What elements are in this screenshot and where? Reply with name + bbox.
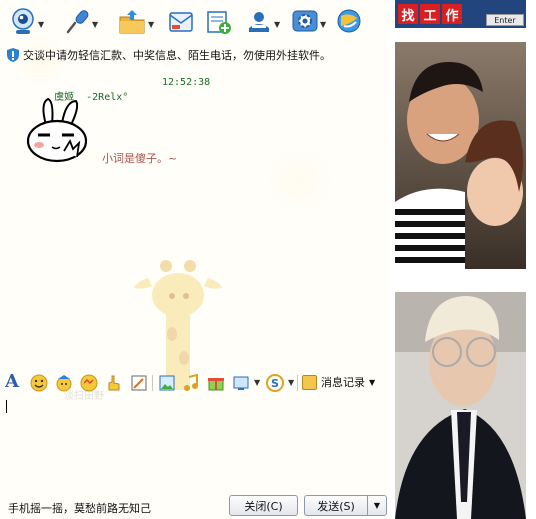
add-note-icon — [207, 11, 231, 34]
bottom-bar: 手机摇一摇，莫愁前路无知己 关闭(C) 发送(S) ▼ — [0, 488, 390, 519]
banner-char: 作 — [442, 4, 462, 24]
close-button[interactable]: 关闭(C) — [229, 495, 298, 516]
input-ghost-text: 淡扫田野 — [64, 391, 104, 402]
settings-icon — [292, 10, 318, 32]
history-icon — [302, 374, 317, 390]
create-note-button[interactable] — [206, 8, 232, 38]
contact-photo — [395, 292, 526, 519]
payment-icon[interactable]: S — [266, 374, 284, 392]
contact-card-icon — [249, 12, 269, 32]
video-call-button[interactable]: ▼ — [10, 8, 44, 38]
banner-enter-key: Enter — [486, 14, 524, 26]
mail-icon — [169, 12, 193, 32]
security-notice: 交谈中请勿轻信汇款、中奖信息、陌生电话，勿使用外挂软件。 — [7, 47, 331, 63]
music-icon[interactable] — [182, 374, 200, 392]
gift-icon[interactable] — [207, 374, 225, 392]
screenshot-icon[interactable] — [232, 374, 250, 392]
webcam-icon — [12, 8, 34, 34]
voice-dropdown-arrow[interactable]: ▼ — [92, 20, 98, 29]
smiley-icon[interactable] — [30, 374, 48, 392]
text-caret — [6, 400, 7, 413]
banner-char: 找 — [398, 4, 418, 24]
send-button[interactable]: 发送(S) — [304, 495, 368, 516]
settings-button[interactable]: ▼ — [292, 8, 326, 38]
contact-dropdown-arrow[interactable]: ▼ — [274, 20, 280, 29]
rabbit-sticker — [26, 97, 88, 163]
contact-photo — [395, 42, 526, 269]
banner-char: 工 — [420, 4, 440, 24]
payment-dropdown-arrow[interactable]: ▼ — [288, 378, 294, 387]
message-history-label: 消息记录 — [321, 376, 365, 389]
message-text: 小词是傻子。~ — [102, 152, 178, 165]
font-button[interactable]: A — [5, 371, 19, 392]
message-history-button[interactable]: 消息记录 ▼ — [302, 374, 375, 390]
message-time: 12:52:38 — [162, 77, 211, 88]
apps-globe-icon — [337, 9, 361, 33]
mail-button[interactable] — [168, 8, 194, 38]
toolbar-separator — [297, 375, 298, 391]
settings-dropdown-arrow[interactable]: ▼ — [320, 20, 326, 29]
microphone-icon — [66, 10, 89, 34]
side-panel: 找 工 作 Enter — [390, 0, 536, 519]
apps-button[interactable] — [336, 8, 362, 38]
signature-text: 手机摇一摇，莫愁前路无知己 — [8, 502, 151, 515]
ad-banner[interactable]: 找 工 作 Enter — [395, 0, 526, 28]
toolbar-separator — [152, 375, 153, 391]
history-dropdown-arrow[interactable]: ▼ — [369, 378, 375, 387]
giraffe-background — [134, 260, 222, 390]
video-dropdown-arrow[interactable]: ▼ — [38, 20, 44, 29]
doodle-icon[interactable] — [130, 374, 148, 392]
security-notice-text: 交谈中请勿轻信汇款、中奖信息、陌生电话，勿使用外挂软件。 — [23, 49, 331, 62]
svg-text:S: S — [271, 377, 279, 390]
message-input[interactable]: 淡扫田野 — [0, 391, 390, 488]
voice-call-button[interactable]: ▼ — [64, 8, 98, 38]
folder-icon — [119, 10, 145, 34]
send-options-dropdown[interactable]: ▼ — [367, 495, 387, 516]
image-icon[interactable] — [158, 374, 176, 392]
screenshot-dropdown-arrow[interactable]: ▼ — [254, 378, 260, 387]
gesture-icon[interactable] — [105, 374, 123, 392]
send-file-button[interactable]: ▼ — [118, 8, 154, 38]
chat-window: ▼ ▼ ▼ ▼ ▼ 交谈中请勿轻信汇款、中奖信息、陌生电话，勿使用外挂软件。 虞… — [0, 0, 390, 519]
shield-icon — [7, 48, 19, 62]
format-toolbar: A ▼ S ▼ 消息记录 ▼ — [0, 371, 390, 395]
contact-info-button[interactable]: ▼ — [246, 8, 280, 38]
top-toolbar: ▼ ▼ ▼ ▼ ▼ — [0, 0, 390, 44]
file-dropdown-arrow[interactable]: ▼ — [148, 20, 154, 29]
